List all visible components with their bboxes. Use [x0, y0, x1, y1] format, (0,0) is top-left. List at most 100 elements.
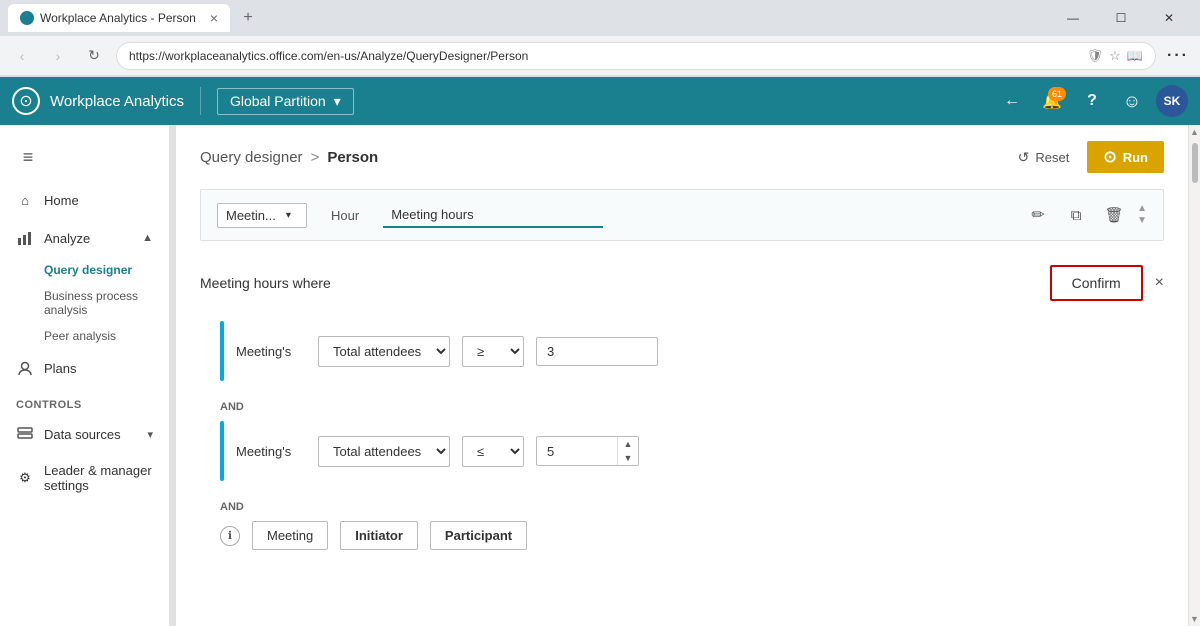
filter-operator-1[interactable]: ≥ ≤ = > < ≠: [462, 336, 524, 367]
browser-tab[interactable]: Workplace Analytics - Person ×: [8, 4, 230, 32]
scroll-up-button[interactable]: ▲: [1190, 127, 1199, 137]
help-button[interactable]: ?: [1076, 85, 1108, 117]
refresh-button[interactable]: ↻: [80, 42, 108, 70]
partition-name: Global Partition: [230, 93, 326, 109]
partition-arrow-icon: ▾: [334, 93, 341, 110]
logo-area: ⊙ Workplace Analytics: [12, 87, 201, 115]
tab-favicon: [20, 11, 34, 25]
sidebar-item-business-process[interactable]: Business process analysis: [0, 283, 169, 323]
star-icon[interactable]: ☆: [1109, 48, 1121, 64]
breadcrumb-parent[interactable]: Query designer: [200, 149, 303, 166]
minimize-button[interactable]: —: [1050, 4, 1096, 32]
sort-buttons: ▲ ▼: [1137, 203, 1147, 227]
spinner-up-button[interactable]: ▲: [618, 437, 638, 451]
close-button[interactable]: ✕: [1146, 4, 1192, 32]
reset-button[interactable]: ↺ Reset: [1010, 145, 1078, 170]
address-bar[interactable]: https://workplaceanalytics.office.com/en…: [116, 42, 1156, 70]
and-separator-2: AND: [200, 501, 1164, 513]
sidebar-item-analyze[interactable]: Analyze ▲: [0, 219, 169, 257]
metric-name-value: Meeting hours: [391, 207, 473, 222]
copy-metric-button[interactable]: ⧉: [1061, 200, 1091, 230]
sidebar-item-query-designer[interactable]: Query designer: [0, 257, 169, 283]
browser-titlebar: Workplace Analytics - Person × + — ☐ ✕: [0, 0, 1200, 36]
content-area: Query designer > Person ↺ Reset ⊙ Run: [176, 125, 1188, 626]
filter-value-input-2[interactable]: [537, 438, 617, 465]
partition-selector[interactable]: Global Partition ▾: [217, 88, 354, 115]
window-controls: — ☐ ✕: [1050, 4, 1192, 32]
sidebar-item-home[interactable]: ⌂ Home: [0, 181, 169, 219]
analyze-icon: [16, 229, 34, 247]
meeting-type-button[interactable]: Meeting: [252, 521, 328, 550]
main-content: ≡ ⌂ Home Analyze ▲ Query designer: [0, 125, 1200, 626]
metric-row: Meetin... ▾ Hour Meeting hours ✏ ⧉ 🗑: [200, 189, 1164, 241]
tab-title: Workplace Analytics - Person: [40, 11, 196, 25]
maximize-button[interactable]: ☐: [1098, 4, 1144, 32]
meeting-type-info-icon[interactable]: ℹ: [220, 526, 240, 546]
edit-metric-button[interactable]: ✏: [1023, 200, 1053, 230]
delete-metric-button[interactable]: 🗑: [1099, 200, 1129, 230]
filter-attribute-select-1[interactable]: Total attendees Duration Subject Date: [319, 337, 449, 366]
edit-icon: ✏: [1031, 205, 1044, 225]
back-nav-button[interactable]: ←: [996, 85, 1028, 117]
reset-icon: ↺: [1018, 149, 1030, 166]
home-label: Home: [44, 193, 79, 208]
sidebar-item-data-sources[interactable]: Data sources ▾: [0, 415, 169, 453]
sidebar-item-plans[interactable]: Plans: [0, 349, 169, 387]
filter-value-2: ▲ ▼: [536, 436, 639, 466]
run-button[interactable]: ⊙ Run: [1087, 141, 1164, 173]
breadcrumb-current: Person: [327, 149, 378, 166]
filter-indicator-2: [220, 421, 224, 481]
filter-value-input-1[interactable]: [547, 344, 647, 359]
shield-icon: 🛡: [1087, 48, 1104, 64]
hamburger-icon: ≡: [23, 147, 34, 168]
filter-value-1: [536, 337, 658, 366]
app-container: ⊙ Workplace Analytics Global Partition ▾…: [0, 77, 1200, 626]
sort-up-icon[interactable]: ▲: [1137, 203, 1147, 215]
feedback-button[interactable]: ☺: [1116, 85, 1148, 117]
sort-down-icon[interactable]: ▼: [1137, 215, 1147, 227]
reader-icon[interactable]: 📖: [1127, 48, 1143, 64]
metric-aggregation-label: Hour: [323, 204, 367, 227]
home-icon: ⌂: [16, 191, 34, 209]
notifications-button[interactable]: 🔔 61: [1036, 85, 1068, 117]
close-where-button[interactable]: ×: [1155, 274, 1164, 292]
sidebar-menu-button[interactable]: ≡: [8, 137, 48, 177]
initiator-type-button[interactable]: Initiator: [340, 521, 418, 550]
filter-label-2: Meeting's: [236, 444, 306, 459]
user-avatar[interactable]: SK: [1156, 85, 1188, 117]
tab-close-btn[interactable]: ×: [210, 10, 218, 26]
filter-operator-select-1[interactable]: ≥ ≤ = > < ≠: [463, 337, 523, 366]
forward-button[interactable]: ›: [44, 42, 72, 70]
spinner-down-button[interactable]: ▼: [618, 451, 638, 465]
analyze-expand-icon: ▲: [142, 232, 153, 244]
scroll-down-button[interactable]: ▼: [1190, 614, 1199, 624]
filter-operator-2[interactable]: ≤ ≥ = > < ≠: [462, 436, 524, 467]
address-bar-icons: 🛡 ☆ 📖: [1087, 48, 1143, 64]
scroll-track: [1192, 139, 1198, 612]
new-tab-button[interactable]: +: [236, 6, 260, 30]
back-button[interactable]: ‹: [8, 42, 36, 70]
metric-type-dropdown[interactable]: Meetin... ▾: [217, 203, 307, 228]
where-header: Meeting hours where Confirm ×: [200, 265, 1164, 301]
plans-label: Plans: [44, 361, 77, 376]
avatar-initials: SK: [1164, 94, 1181, 108]
query-designer-label: Query designer: [44, 263, 132, 277]
filter-attribute-2[interactable]: Total attendees Duration Subject Date: [318, 436, 450, 467]
filter-attribute-select-2[interactable]: Total attendees Duration Subject Date: [319, 437, 449, 466]
copy-icon: ⧉: [1071, 207, 1082, 224]
breadcrumb-separator: >: [311, 149, 320, 166]
metric-name-field[interactable]: Meeting hours: [383, 203, 603, 228]
filter-attribute-1[interactable]: Total attendees Duration Subject Date: [318, 336, 450, 367]
sidebar-item-leader-manager[interactable]: ⚙ Leader & manager settings: [0, 453, 169, 503]
participant-type-button[interactable]: Participant: [430, 521, 527, 550]
scrollbar[interactable]: ▲ ▼: [1188, 125, 1200, 626]
analyze-label: Analyze: [44, 231, 90, 246]
sidebar-item-peer-analysis[interactable]: Peer analysis: [0, 323, 169, 349]
more-options-button[interactable]: ···: [1164, 42, 1192, 70]
filter-operator-select-2[interactable]: ≤ ≥ = > < ≠: [463, 437, 523, 466]
scroll-thumb[interactable]: [1192, 143, 1198, 183]
filter-row-1: Meeting's Total attendees Duration Subje…: [200, 321, 1164, 381]
confirm-button[interactable]: Confirm: [1050, 265, 1143, 301]
run-label: Run: [1123, 150, 1148, 165]
page-actions: ↺ Reset ⊙ Run: [1010, 141, 1164, 173]
